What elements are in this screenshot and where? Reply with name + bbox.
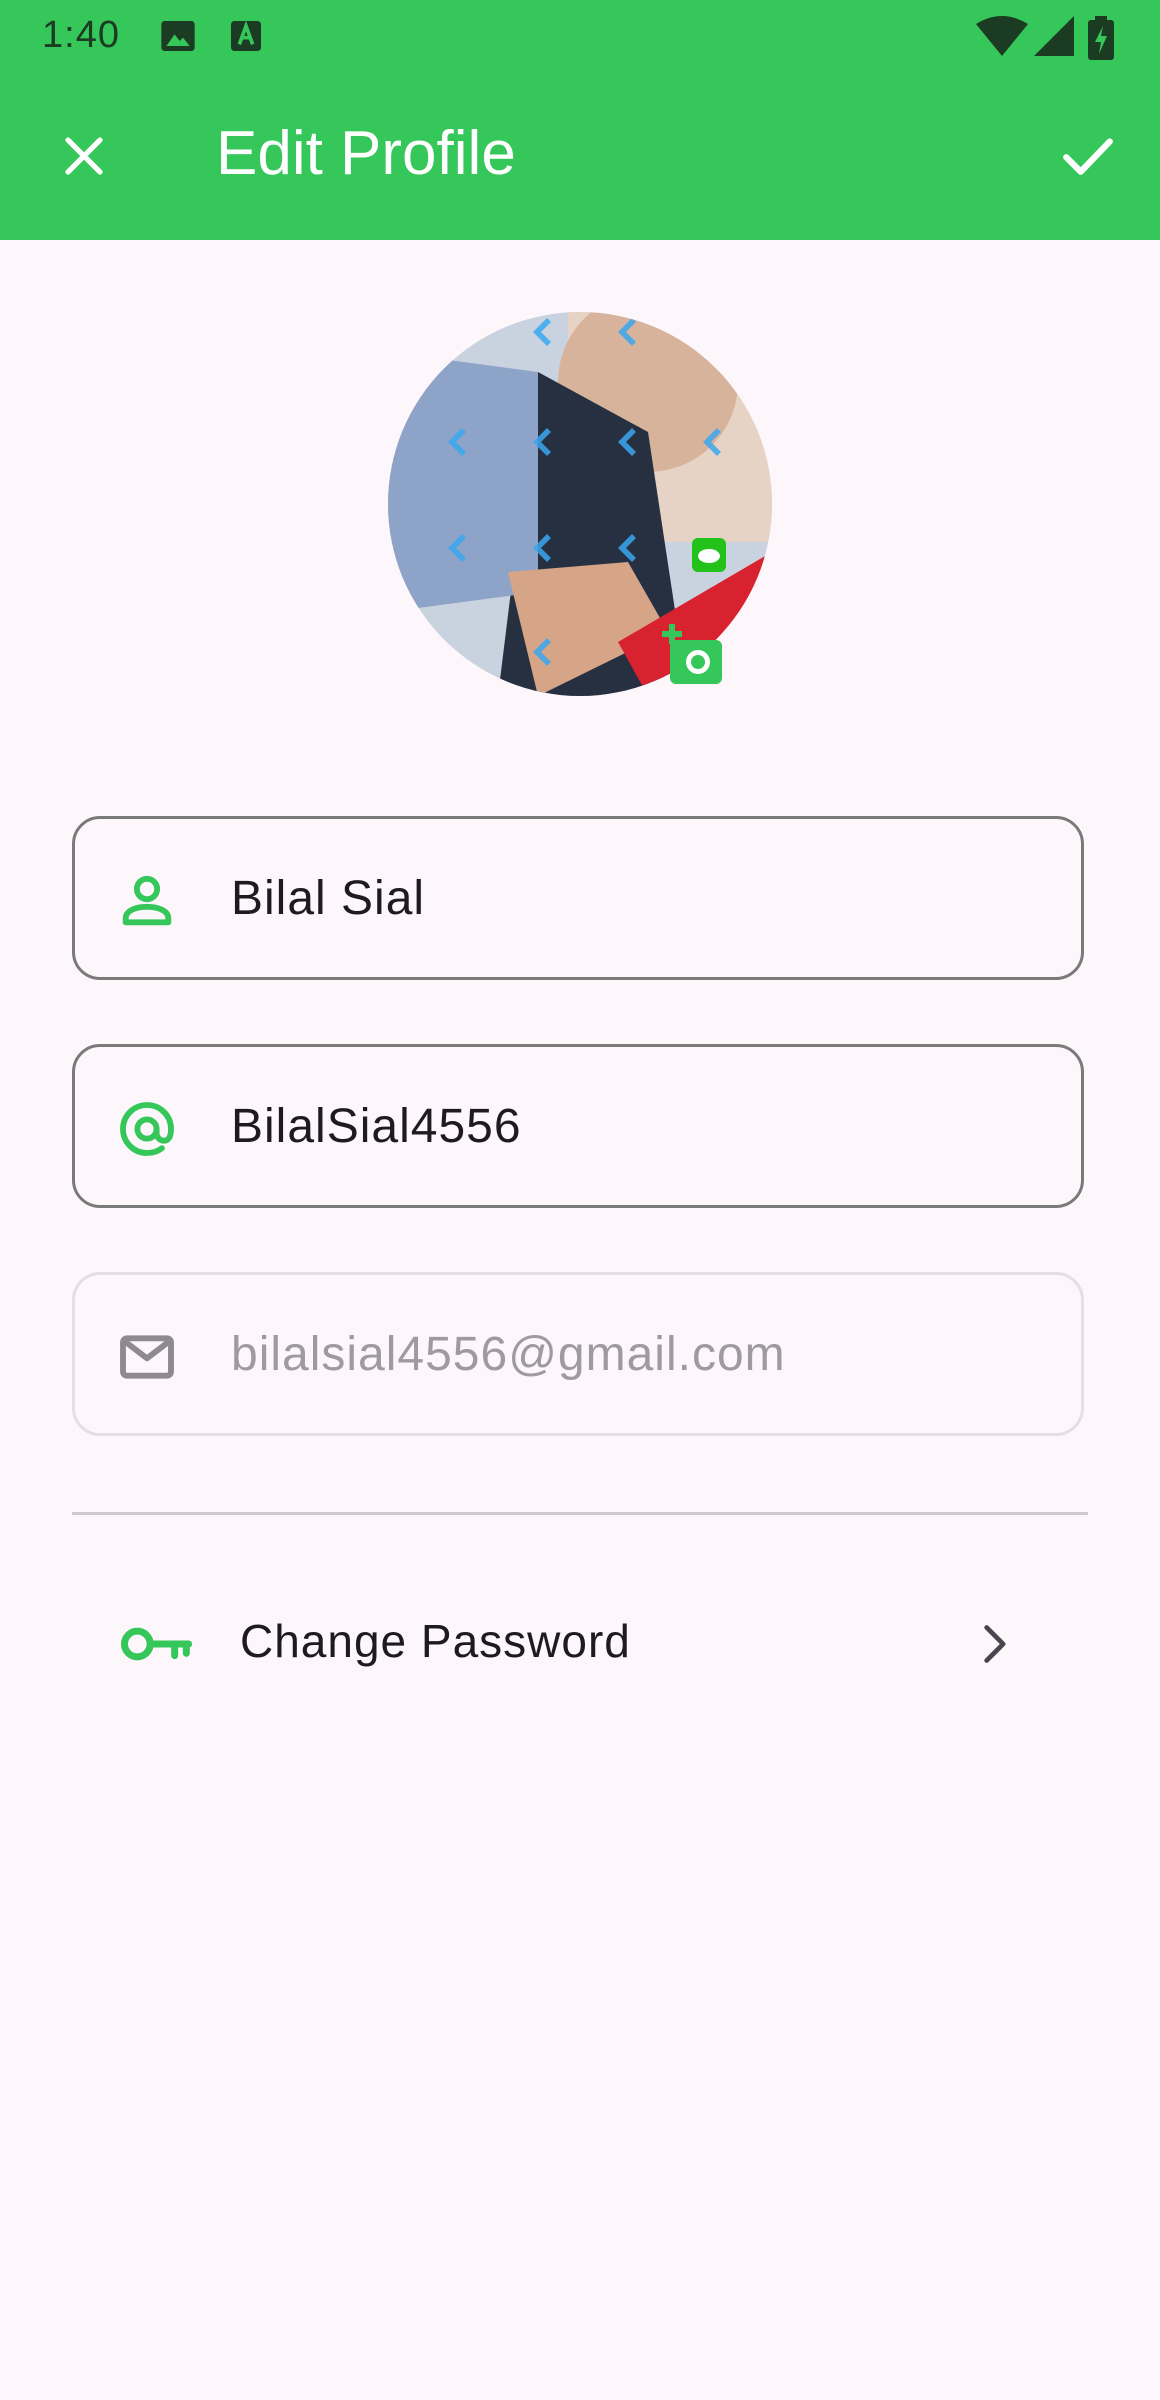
add-photo-icon[interactable] xyxy=(662,624,726,688)
status-bar: 1:40 xyxy=(0,0,1160,72)
profile-photo-container[interactable] xyxy=(388,312,772,696)
wifi-icon xyxy=(976,16,1028,56)
chevron-right-icon xyxy=(984,1625,1006,1663)
save-button[interactable] xyxy=(1040,108,1136,204)
check-icon xyxy=(1063,138,1113,175)
gallery-notification-icon xyxy=(161,21,195,51)
name-field[interactable]: Bilal Sial xyxy=(72,816,1084,980)
email-field: bilalsial4556@gmail.com xyxy=(72,1272,1084,1436)
app-bar: Edit Profile xyxy=(0,72,1160,240)
username-input-value: BilalSial4556 xyxy=(231,1100,522,1153)
key-icon xyxy=(120,1627,193,1661)
text-notification-icon xyxy=(231,20,261,51)
change-password-label: Change Password xyxy=(240,1615,631,1667)
username-field[interactable]: BilalSial4556 xyxy=(72,1044,1084,1208)
name-input-value: Bilal Sial xyxy=(231,872,426,925)
status-time: 1:40 xyxy=(42,14,120,56)
mail-icon xyxy=(120,1335,174,1379)
battery-charging-icon xyxy=(1088,16,1114,60)
close-button[interactable] xyxy=(36,108,132,204)
page-title: Edit Profile xyxy=(216,119,516,188)
close-icon xyxy=(65,137,103,175)
signal-icon xyxy=(1034,16,1074,56)
divider xyxy=(72,1512,1088,1515)
email-input-value: bilalsial4556@gmail.com xyxy=(231,1328,786,1381)
at-sign-icon xyxy=(120,1102,174,1156)
person-icon xyxy=(122,875,172,926)
change-password-row[interactable]: Change Password xyxy=(72,1580,1088,1708)
